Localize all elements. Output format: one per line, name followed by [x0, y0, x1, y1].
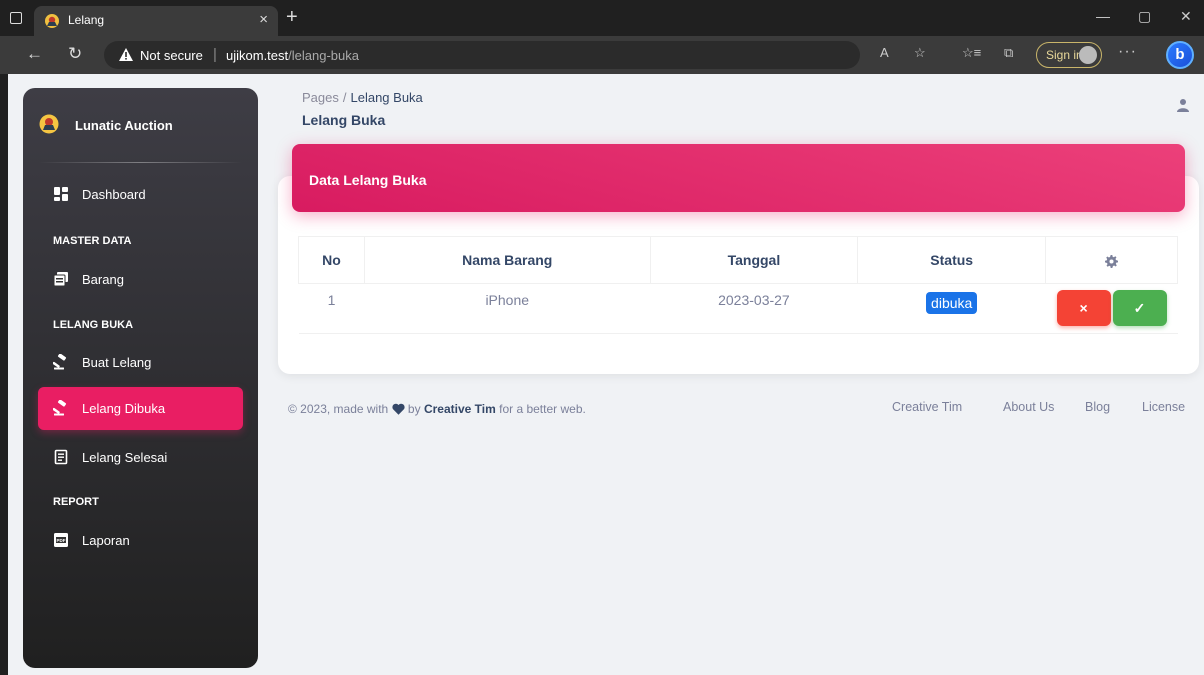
sidebar-item-label: Laporan [82, 533, 130, 548]
cell-actions: × ✓ [1045, 283, 1178, 334]
footer-suffix: for a better web. [499, 402, 586, 416]
page-viewport: Lunatic Auction Dashboard MASTER DATA Ba… [8, 74, 1204, 675]
tab-actions-icon[interactable] [10, 12, 22, 24]
pdf-icon: PDF [54, 533, 68, 547]
favorite-star-icon[interactable]: ☆ [914, 45, 926, 61]
table-row: 1 iPhone 2023-03-27 dibuka × ✓ [298, 283, 1178, 334]
brand-logo-icon [39, 114, 59, 134]
page-title: Lelang Buka [302, 112, 386, 128]
sidebar-item-label: Lelang Selesai [82, 450, 168, 465]
svg-text:PDF: PDF [57, 538, 66, 543]
footer-link-about-us[interactable]: About Us [1003, 400, 1054, 414]
column-header-no: No [298, 236, 365, 284]
sign-in-button[interactable]: Sign in [1036, 42, 1102, 68]
breadcrumb: Pages / Lelang Buka [302, 90, 423, 105]
footer-link-creative-tim[interactable]: Creative Tim [892, 400, 962, 414]
sidebar-item-dashboard[interactable]: Dashboard [38, 173, 243, 216]
footer-by: by [407, 402, 421, 416]
accept-button[interactable]: ✓ [1112, 290, 1167, 326]
sidebar-item-label: Dashboard [82, 187, 146, 202]
profile-avatar-icon [1079, 46, 1097, 64]
data-table: No Nama Barang Tanggal Status 1 iPhone 2… [298, 236, 1178, 334]
sidebar-item-label: Buat Lelang [82, 355, 152, 370]
section-lelang-buka: LELANG BUKA [53, 319, 134, 331]
sidebar-item-lelang-selesai[interactable]: Lelang Selesai [38, 436, 243, 479]
footer-copyright: © 2023, made with by Creative Tim for a … [288, 402, 586, 416]
section-report: REPORT [53, 496, 99, 508]
new-tab-icon[interactable]: + [286, 6, 298, 28]
column-header-nama-barang: Nama Barang [363, 236, 651, 284]
browser-tab-bar: Lelang × + — ▢ ✕ [0, 0, 1204, 36]
sidebar-item-barang[interactable]: Barang [38, 258, 243, 301]
footer-link-blog[interactable]: Blog [1085, 400, 1110, 414]
restore-icon[interactable]: ▢ [1138, 8, 1151, 25]
section-master-data: MASTER DATA [53, 235, 132, 247]
footer-link-license[interactable]: License [1142, 400, 1185, 414]
cell-nama-barang: iPhone [364, 283, 651, 334]
lelang-favicon-icon [45, 14, 59, 28]
cell-status: dibuka [857, 283, 1046, 334]
table-header-row: No Nama Barang Tanggal Status [298, 236, 1178, 284]
brand-name: Lunatic Auction [75, 118, 173, 133]
sidebar-item-label: Barang [82, 272, 124, 287]
collections-icon[interactable]: ⧉ [1004, 45, 1013, 61]
close-window-icon[interactable]: ✕ [1180, 8, 1192, 25]
sidebar-item-label: Lelang Dibuka [82, 401, 166, 416]
not-secure-label[interactable]: Not secure [140, 48, 203, 63]
receipt-icon [54, 449, 68, 465]
sidebar-item-buat-lelang[interactable]: Buat Lelang [38, 341, 243, 384]
url-path: /lelang-buka [288, 48, 359, 63]
gavel-icon [53, 354, 67, 370]
user-icon[interactable] [1176, 98, 1190, 112]
tab-title: Lelang [68, 13, 105, 27]
minimize-icon[interactable]: — [1096, 8, 1110, 24]
footer-author-link[interactable]: Creative Tim [424, 402, 496, 416]
sidebar: Lunatic Auction Dashboard MASTER DATA Ba… [23, 88, 258, 668]
breadcrumb-current: Lelang Buka [350, 90, 423, 105]
more-options-icon[interactable]: ··· [1118, 43, 1137, 61]
column-header-status: Status [857, 236, 1047, 284]
heart-icon [391, 403, 405, 415]
read-aloud-icon[interactable]: A [880, 45, 889, 60]
reject-button[interactable]: × [1056, 290, 1111, 326]
status-badge: dibuka [926, 292, 978, 314]
cell-tanggal: 2023-03-27 [650, 283, 858, 334]
address-bar[interactable]: Not secure | ujikom.test/lelang-buka [104, 41, 860, 69]
column-header-tanggal: Tanggal [649, 236, 859, 284]
warning-icon[interactable] [118, 47, 134, 62]
collection-icon [53, 272, 68, 287]
card-title: Data Lelang Buka [309, 172, 427, 188]
url-text[interactable]: ujikom.test/lelang-buka [226, 48, 359, 63]
favorites-icon[interactable]: ☆≡ [962, 45, 981, 61]
url-separator: | [213, 46, 217, 63]
url-host: ujikom.test [226, 48, 289, 63]
sign-in-label: Sign in [1046, 48, 1083, 62]
gear-icon [1105, 254, 1119, 268]
back-icon[interactable]: ← [26, 44, 43, 64]
tab-close-icon[interactable]: × [259, 11, 268, 28]
bing-copilot-icon[interactable]: b [1166, 41, 1194, 69]
breadcrumb-separator: / [342, 90, 347, 105]
cell-no: 1 [298, 283, 365, 334]
sidebar-divider [39, 162, 242, 163]
card-header: Data Lelang Buka [292, 144, 1185, 212]
column-header-actions [1045, 236, 1178, 284]
gavel-icon [53, 400, 67, 416]
breadcrumb-root[interactable]: Pages [302, 90, 339, 105]
sidebar-item-lelang-dibuka[interactable]: Lelang Dibuka [38, 387, 243, 430]
footer-prefix: © 2023, made with [288, 402, 389, 416]
dashboard-icon [54, 187, 68, 201]
sidebar-item-laporan[interactable]: PDF Laporan [38, 519, 243, 562]
refresh-icon[interactable]: ↻ [68, 44, 82, 64]
browser-toolbar: ← ↻ Not secure | ujikom.test/lelang-buka… [0, 36, 1204, 74]
browser-tab[interactable]: Lelang × [34, 6, 278, 36]
